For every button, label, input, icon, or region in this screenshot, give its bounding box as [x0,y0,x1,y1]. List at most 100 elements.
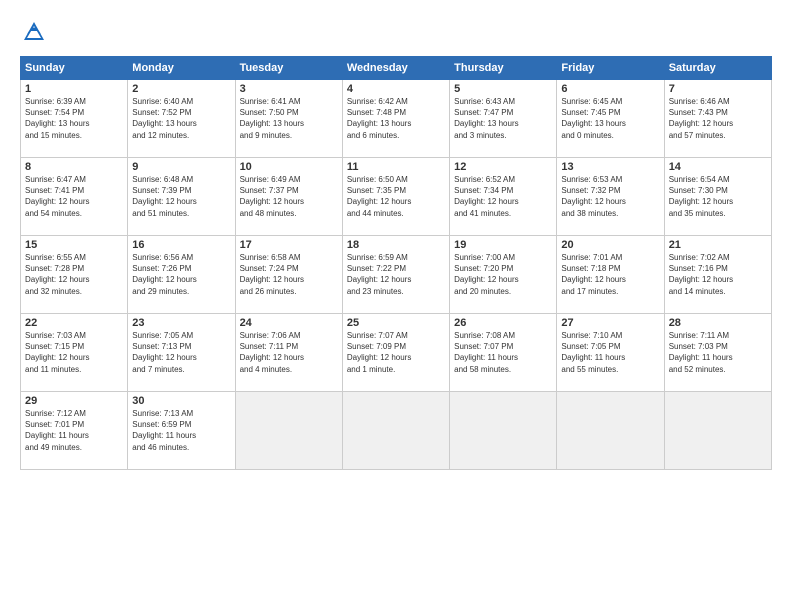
calendar-cell: 2Sunrise: 6:40 AM Sunset: 7:52 PM Daylig… [128,80,235,158]
day-number: 28 [669,317,767,329]
day-info: Sunrise: 7:13 AM Sunset: 6:59 PM Dayligh… [132,408,230,453]
calendar-cell: 15Sunrise: 6:55 AM Sunset: 7:28 PM Dayli… [21,236,128,314]
day-info: Sunrise: 6:48 AM Sunset: 7:39 PM Dayligh… [132,174,230,219]
day-number: 20 [561,239,659,251]
calendar-cell: 5Sunrise: 6:43 AM Sunset: 7:47 PM Daylig… [450,80,557,158]
day-number: 7 [669,83,767,95]
day-info: Sunrise: 6:50 AM Sunset: 7:35 PM Dayligh… [347,174,445,219]
calendar-cell: 13Sunrise: 6:53 AM Sunset: 7:32 PM Dayli… [557,158,664,236]
calendar-cell: 7Sunrise: 6:46 AM Sunset: 7:43 PM Daylig… [664,80,771,158]
header-cell-wednesday: Wednesday [342,57,449,80]
calendar-cell: 11Sunrise: 6:50 AM Sunset: 7:35 PM Dayli… [342,158,449,236]
day-number: 23 [132,317,230,329]
calendar-cell [557,392,664,470]
calendar-week-5: 29Sunrise: 7:12 AM Sunset: 7:01 PM Dayli… [21,392,772,470]
calendar-cell: 25Sunrise: 7:07 AM Sunset: 7:09 PM Dayli… [342,314,449,392]
day-number: 29 [25,395,123,407]
day-info: Sunrise: 7:06 AM Sunset: 7:11 PM Dayligh… [240,330,338,375]
calendar-cell: 24Sunrise: 7:06 AM Sunset: 7:11 PM Dayli… [235,314,342,392]
calendar-cell: 8Sunrise: 6:47 AM Sunset: 7:41 PM Daylig… [21,158,128,236]
day-info: Sunrise: 6:55 AM Sunset: 7:28 PM Dayligh… [25,252,123,297]
day-number: 22 [25,317,123,329]
day-info: Sunrise: 7:03 AM Sunset: 7:15 PM Dayligh… [25,330,123,375]
day-info: Sunrise: 6:45 AM Sunset: 7:45 PM Dayligh… [561,96,659,141]
day-number: 2 [132,83,230,95]
day-info: Sunrise: 7:08 AM Sunset: 7:07 PM Dayligh… [454,330,552,375]
day-info: Sunrise: 7:01 AM Sunset: 7:18 PM Dayligh… [561,252,659,297]
day-number: 30 [132,395,230,407]
calendar-cell: 23Sunrise: 7:05 AM Sunset: 7:13 PM Dayli… [128,314,235,392]
day-info: Sunrise: 7:02 AM Sunset: 7:16 PM Dayligh… [669,252,767,297]
day-number: 24 [240,317,338,329]
calendar-cell: 4Sunrise: 6:42 AM Sunset: 7:48 PM Daylig… [342,80,449,158]
calendar-cell [450,392,557,470]
day-info: Sunrise: 6:52 AM Sunset: 7:34 PM Dayligh… [454,174,552,219]
day-number: 17 [240,239,338,251]
calendar-week-2: 8Sunrise: 6:47 AM Sunset: 7:41 PM Daylig… [21,158,772,236]
day-info: Sunrise: 6:56 AM Sunset: 7:26 PM Dayligh… [132,252,230,297]
day-info: Sunrise: 6:58 AM Sunset: 7:24 PM Dayligh… [240,252,338,297]
header-cell-saturday: Saturday [664,57,771,80]
day-number: 8 [25,161,123,173]
calendar-cell: 12Sunrise: 6:52 AM Sunset: 7:34 PM Dayli… [450,158,557,236]
day-number: 6 [561,83,659,95]
day-number: 14 [669,161,767,173]
calendar-cell: 29Sunrise: 7:12 AM Sunset: 7:01 PM Dayli… [21,392,128,470]
logo [20,18,52,46]
day-info: Sunrise: 7:00 AM Sunset: 7:20 PM Dayligh… [454,252,552,297]
calendar-table: SundayMondayTuesdayWednesdayThursdayFrid… [20,56,772,470]
day-number: 3 [240,83,338,95]
day-info: Sunrise: 6:41 AM Sunset: 7:50 PM Dayligh… [240,96,338,141]
calendar-cell: 17Sunrise: 6:58 AM Sunset: 7:24 PM Dayli… [235,236,342,314]
day-info: Sunrise: 6:59 AM Sunset: 7:22 PM Dayligh… [347,252,445,297]
calendar-cell: 28Sunrise: 7:11 AM Sunset: 7:03 PM Dayli… [664,314,771,392]
calendar-cell [235,392,342,470]
calendar-cell: 21Sunrise: 7:02 AM Sunset: 7:16 PM Dayli… [664,236,771,314]
day-info: Sunrise: 6:39 AM Sunset: 7:54 PM Dayligh… [25,96,123,141]
day-info: Sunrise: 6:40 AM Sunset: 7:52 PM Dayligh… [132,96,230,141]
day-number: 25 [347,317,445,329]
calendar-cell [342,392,449,470]
day-info: Sunrise: 6:53 AM Sunset: 7:32 PM Dayligh… [561,174,659,219]
day-number: 1 [25,83,123,95]
day-number: 11 [347,161,445,173]
calendar-cell: 3Sunrise: 6:41 AM Sunset: 7:50 PM Daylig… [235,80,342,158]
day-number: 21 [669,239,767,251]
calendar-week-4: 22Sunrise: 7:03 AM Sunset: 7:15 PM Dayli… [21,314,772,392]
day-number: 13 [561,161,659,173]
calendar-week-3: 15Sunrise: 6:55 AM Sunset: 7:28 PM Dayli… [21,236,772,314]
calendar-cell: 20Sunrise: 7:01 AM Sunset: 7:18 PM Dayli… [557,236,664,314]
calendar-cell [664,392,771,470]
calendar-cell: 9Sunrise: 6:48 AM Sunset: 7:39 PM Daylig… [128,158,235,236]
day-info: Sunrise: 7:05 AM Sunset: 7:13 PM Dayligh… [132,330,230,375]
day-info: Sunrise: 7:12 AM Sunset: 7:01 PM Dayligh… [25,408,123,453]
day-info: Sunrise: 6:47 AM Sunset: 7:41 PM Dayligh… [25,174,123,219]
calendar-body: 1Sunrise: 6:39 AM Sunset: 7:54 PM Daylig… [21,80,772,470]
day-info: Sunrise: 7:07 AM Sunset: 7:09 PM Dayligh… [347,330,445,375]
day-number: 10 [240,161,338,173]
day-info: Sunrise: 6:43 AM Sunset: 7:47 PM Dayligh… [454,96,552,141]
calendar-week-1: 1Sunrise: 6:39 AM Sunset: 7:54 PM Daylig… [21,80,772,158]
day-number: 15 [25,239,123,251]
day-number: 18 [347,239,445,251]
day-info: Sunrise: 6:49 AM Sunset: 7:37 PM Dayligh… [240,174,338,219]
day-number: 27 [561,317,659,329]
calendar-page: SundayMondayTuesdayWednesdayThursdayFrid… [0,0,792,612]
calendar-cell: 22Sunrise: 7:03 AM Sunset: 7:15 PM Dayli… [21,314,128,392]
header-cell-thursday: Thursday [450,57,557,80]
calendar-cell: 27Sunrise: 7:10 AM Sunset: 7:05 PM Dayli… [557,314,664,392]
day-info: Sunrise: 6:46 AM Sunset: 7:43 PM Dayligh… [669,96,767,141]
day-info: Sunrise: 7:10 AM Sunset: 7:05 PM Dayligh… [561,330,659,375]
calendar-cell: 6Sunrise: 6:45 AM Sunset: 7:45 PM Daylig… [557,80,664,158]
header-cell-sunday: Sunday [21,57,128,80]
day-number: 19 [454,239,552,251]
calendar-cell: 1Sunrise: 6:39 AM Sunset: 7:54 PM Daylig… [21,80,128,158]
header-cell-tuesday: Tuesday [235,57,342,80]
calendar-cell: 14Sunrise: 6:54 AM Sunset: 7:30 PM Dayli… [664,158,771,236]
calendar-cell: 26Sunrise: 7:08 AM Sunset: 7:07 PM Dayli… [450,314,557,392]
day-info: Sunrise: 7:11 AM Sunset: 7:03 PM Dayligh… [669,330,767,375]
day-info: Sunrise: 6:54 AM Sunset: 7:30 PM Dayligh… [669,174,767,219]
header-cell-monday: Monday [128,57,235,80]
calendar-cell: 18Sunrise: 6:59 AM Sunset: 7:22 PM Dayli… [342,236,449,314]
day-number: 9 [132,161,230,173]
